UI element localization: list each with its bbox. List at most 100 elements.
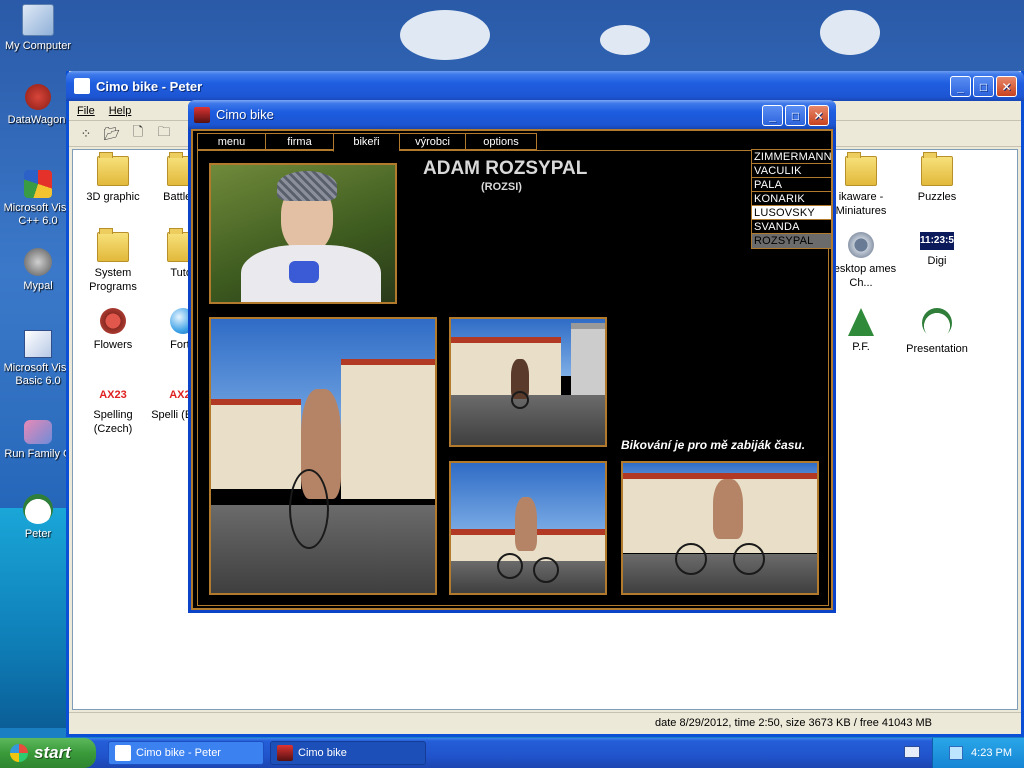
raccoon-icon <box>24 248 52 276</box>
desktop-icon-peter[interactable]: Peter <box>0 494 76 541</box>
rider-item-vaculik[interactable]: VACULIK <box>752 164 831 178</box>
file-item[interactable]: Presentation <box>899 308 975 356</box>
tree-icon <box>848 308 874 336</box>
close-button[interactable]: ✕ <box>808 105 829 126</box>
visual-cpp-icon <box>24 170 52 198</box>
desktop-icon-mypal[interactable]: Mypal <box>0 248 76 293</box>
rider-item-konarik[interactable]: KONARIK <box>752 192 831 206</box>
open-folder-icon[interactable]: 📂︎ <box>103 126 121 142</box>
bike-wheel <box>675 543 707 575</box>
explorer-titlebar[interactable]: Cimo bike - Peter _ □ ✕ <box>66 71 1024 101</box>
cimo-logo-icon <box>277 745 293 761</box>
tab-menu[interactable]: menu <box>197 133 265 150</box>
file-label: System Programs <box>89 267 137 293</box>
desktop-icon-label: Mypal <box>23 280 53 292</box>
bike-wheel <box>533 557 559 583</box>
rider-item-pala[interactable]: PALA <box>752 178 831 192</box>
cimo-logo-icon <box>194 106 210 123</box>
start-label: start <box>34 743 71 762</box>
tab-bikeri[interactable]: bikeři <box>333 133 399 152</box>
file-label: Flowers <box>93 339 133 351</box>
folder-icon <box>97 228 129 262</box>
flowers-icon <box>100 308 126 334</box>
tab-firma[interactable]: firma <box>265 133 333 150</box>
clock-icon: 11:23:51 <box>920 232 959 250</box>
file-label: 3D graphic <box>86 191 140 203</box>
menu-help[interactable]: Help <box>109 105 132 117</box>
cloud-decoration <box>400 10 490 60</box>
desktop-icon-run-family[interactable]: Run Family G <box>0 420 76 461</box>
rider-item-rozsypal[interactable]: ROZSYPAL <box>752 234 831 248</box>
visual-basic-icon <box>24 330 52 358</box>
keyboard-icon[interactable] <box>904 746 920 758</box>
desktop-icon-label: Microsoft Visu C++ 6.0 <box>3 202 73 227</box>
menu-file[interactable]: File <box>77 105 95 117</box>
cimo-bike-window: Cimo bike _ □ ✕ menu firma bikeři výrobc… <box>188 100 836 613</box>
desktop-icon-visual-basic[interactable]: Microsoft Visu Basic 6.0 <box>0 330 76 388</box>
rider-item-svanda[interactable]: SVANDA <box>752 220 831 234</box>
desktop-icon-label: My Computer <box>4 40 72 52</box>
photo-ground <box>623 554 817 593</box>
network-icon[interactable] <box>949 746 964 760</box>
sea-decoration <box>0 508 70 728</box>
rider-portrait <box>209 163 397 304</box>
desktop-icon-label: Peter <box>24 528 52 540</box>
file-label: Digi <box>927 255 947 267</box>
portrait-beanie <box>277 171 337 201</box>
maximize-button[interactable]: □ <box>973 76 994 97</box>
file-label: Presentation <box>906 343 968 355</box>
rider-figure <box>515 497 537 551</box>
computer-icon <box>22 4 54 36</box>
file-item[interactable]: Flowers <box>75 308 151 352</box>
taskbar-item-cimo-bike-peter[interactable]: Cimo bike - Peter <box>108 741 264 765</box>
photo-ground <box>451 560 605 593</box>
ax23-icon: AX23 <box>96 386 130 404</box>
window-title: Cimo bike <box>216 107 274 122</box>
folder-icon <box>97 152 129 186</box>
cloud-decoration <box>600 25 650 55</box>
minimize-button[interactable]: _ <box>762 105 783 126</box>
cloud-decoration <box>820 10 880 55</box>
desktop-icon-label: Microsoft Visu Basic 6.0 <box>3 362 73 387</box>
desktop-icon-label: Run Family G <box>4 448 72 460</box>
clock[interactable]: 4:23 PM <box>971 747 1012 759</box>
windows-logo-icon <box>10 744 28 762</box>
minimize-button[interactable]: _ <box>950 76 971 97</box>
rider-item-zimmermann[interactable]: ZIMMERMANN <box>752 150 832 164</box>
view-icon[interactable]: ⁘ <box>77 126 95 142</box>
tab-bar: menu firma bikeři výrobci options <box>197 133 537 152</box>
new-file-icon[interactable]: 🗋 <box>129 124 147 142</box>
taskbar: start Cimo bike - Peter Cimo bike 4:23 P… <box>0 738 1024 768</box>
folder-icon <box>845 152 877 186</box>
file-item[interactable]: 3D graphic <box>75 152 151 204</box>
bike-photo-small-bottom <box>449 461 607 595</box>
tab-vyrobci[interactable]: výrobci <box>399 133 465 150</box>
rider-nickname: (ROZSI) <box>481 181 522 193</box>
file-item[interactable]: Puzzles <box>899 152 975 204</box>
datawagon-icon <box>25 84 51 110</box>
rider-item-lusovsky[interactable]: LUSOVSKY <box>752 206 831 220</box>
status-bar: date 8/29/2012, time 2:50, size 3673 KB … <box>69 712 1021 734</box>
start-button[interactable]: start <box>0 738 96 768</box>
photo-building <box>341 359 435 499</box>
taskbar-item-cimo-bike[interactable]: Cimo bike <box>270 741 426 765</box>
desktop-icon-datawagon[interactable]: DataWagon. <box>0 84 76 127</box>
folder-icon[interactable]: 🗀 <box>155 124 173 142</box>
file-item[interactable]: 11:23:51 Digi <box>899 232 975 268</box>
file-label: Puzzles <box>917 191 957 203</box>
cimo-titlebar[interactable]: Cimo bike _ □ ✕ <box>188 100 836 129</box>
bike-wheel <box>497 553 523 579</box>
cimo-content: menu firma bikeři výrobci options ADAM R… <box>191 129 833 610</box>
bunny-icon <box>74 78 90 94</box>
ax23-label: AX23 <box>99 389 127 401</box>
file-label: P.F. <box>852 341 870 353</box>
desktop-icon-my-computer[interactable]: My Computer <box>0 4 76 53</box>
file-item[interactable]: AX23 Spelling (Czech) <box>75 386 151 436</box>
close-button[interactable]: ✕ <box>996 76 1017 97</box>
window-title: Cimo bike - Peter <box>96 78 203 94</box>
rider-figure <box>713 479 743 539</box>
maximize-button[interactable]: □ <box>785 105 806 126</box>
desktop-icon-visual-cpp[interactable]: Microsoft Visu C++ 6.0 <box>0 170 76 228</box>
tab-options[interactable]: options <box>465 133 537 150</box>
file-item[interactable]: System Programs <box>75 228 151 294</box>
